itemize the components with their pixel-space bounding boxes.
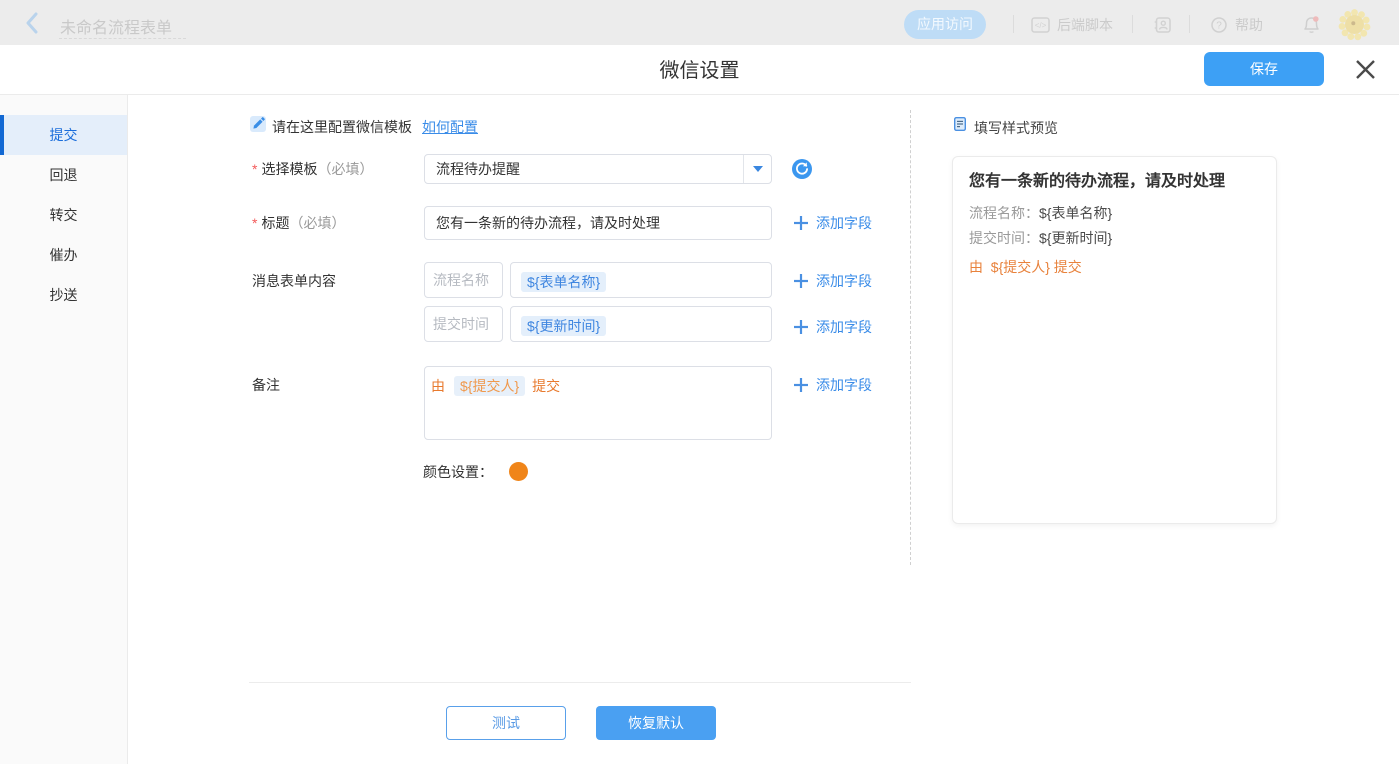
- svg-text:</>: </>: [1035, 21, 1047, 30]
- svg-text:?: ?: [1216, 20, 1222, 31]
